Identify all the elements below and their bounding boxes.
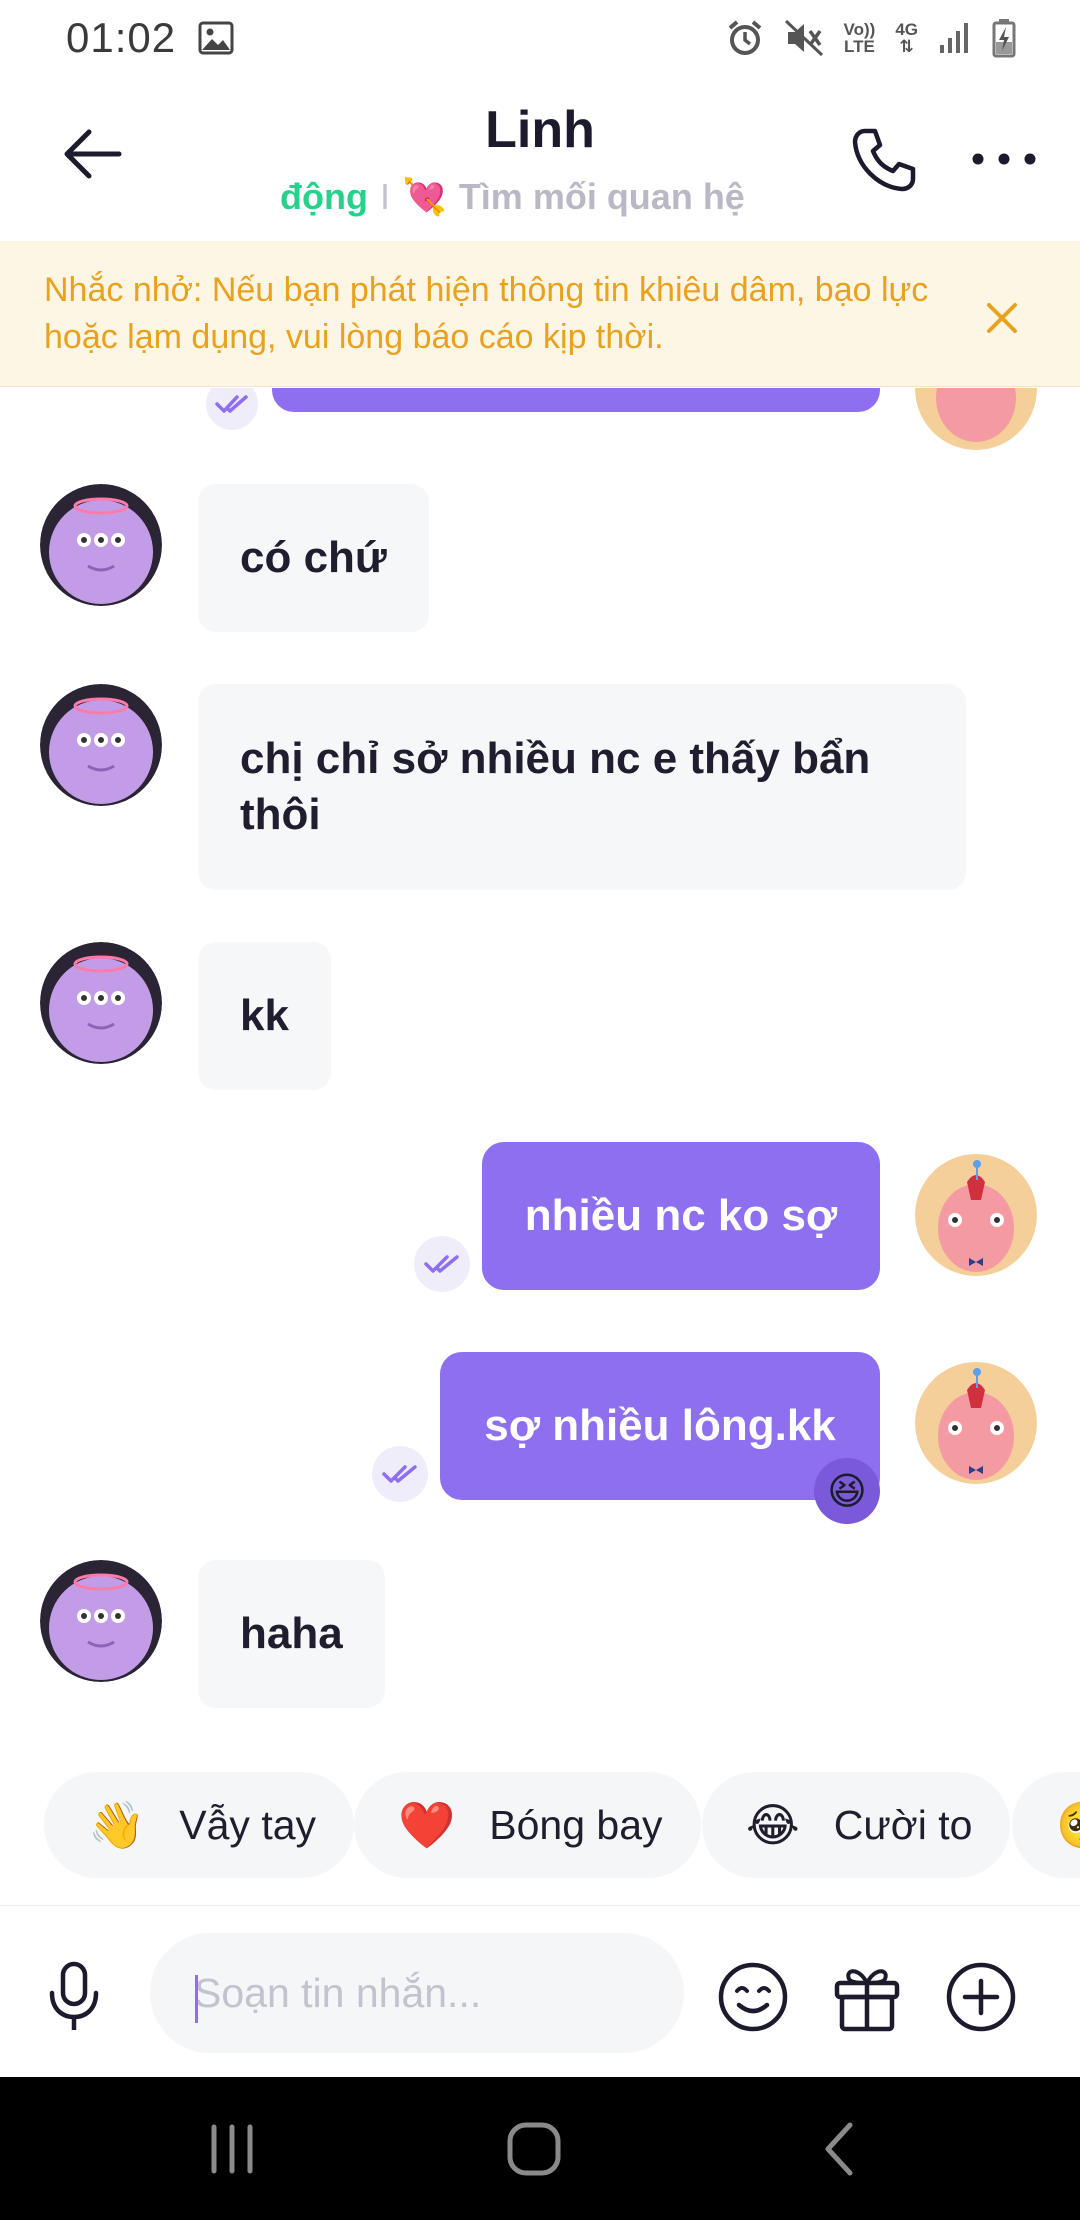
gift-button[interactable] — [829, 1959, 905, 2035]
mute-icon — [784, 19, 824, 57]
contact-subtitle: động I 💘 Tìm mối quan hệ — [280, 172, 780, 222]
image-icon — [198, 21, 234, 55]
relationship-goal: Tìm mối quan hệ — [458, 176, 745, 217]
quick-reaction-wave[interactable]: 👋 Vẫy tay — [44, 1772, 355, 1878]
recent-apps-button[interactable] — [182, 2113, 282, 2185]
voice-call-button[interactable] — [844, 120, 924, 200]
red-heart-icon: ❤️ — [398, 1798, 456, 1851]
read-receipt-icon — [372, 1446, 428, 1502]
reminder-close-button[interactable] — [970, 286, 1034, 350]
message-bubble-incoming[interactable]: chị chỉ sở nhiều nc e thấy bẩn thôi — [198, 684, 966, 890]
chevron-left-icon — [825, 2122, 853, 2176]
more-attachments-button[interactable] — [943, 1959, 1019, 2035]
quick-reaction-balloon[interactable]: ❤️ Bóng bay — [354, 1772, 701, 1878]
reminder-banner: Nhắc nhở: Nếu bạn phát hiện thông tin kh… — [0, 241, 1080, 387]
phone-icon — [852, 128, 916, 192]
home-icon — [507, 2122, 561, 2176]
read-receipt-icon — [206, 388, 258, 430]
more-horizontal-icon — [972, 153, 1036, 165]
chat-header: Linh động I 💘 Tìm mối quan hệ — [0, 76, 1080, 241]
message-bubble-incoming[interactable]: kk — [198, 942, 331, 1090]
quick-reaction-bar[interactable]: 👋 Vẫy tay ❤️ Bóng bay 😂 Cười to 🥺 — [0, 1760, 1080, 1906]
message-bubble-incoming[interactable]: có chứ — [198, 484, 429, 632]
message-text: haha — [240, 1609, 343, 1658]
message-list[interactable]: có chứ chị chỉ sở nhiều nc e thấy bẩn th… — [0, 388, 1080, 1760]
gift-icon — [834, 1969, 900, 2032]
quick-reaction-label: Cười to — [833, 1801, 973, 1848]
text-caret — [195, 1975, 198, 2023]
voice-message-button[interactable] — [40, 1957, 108, 2037]
contact-avatar[interactable] — [40, 484, 162, 606]
my-avatar[interactable] — [915, 1362, 1037, 1484]
message-text: kk — [240, 991, 289, 1040]
signal-icon — [938, 21, 972, 55]
back-nav-button[interactable] — [788, 2113, 888, 2185]
quick-reaction-laugh[interactable]: 😂 Cười to — [702, 1772, 1011, 1878]
message-reaction[interactable]: 😆 — [814, 1458, 880, 1524]
status-bar: 01:02 Vo)) LTE 4G ⇅ — [0, 0, 1080, 76]
microphone-icon — [49, 1961, 99, 2030]
reminder-text: Nhắc nhở: Nếu bạn phát hiện thông tin kh… — [44, 271, 929, 356]
system-navigation-bar — [0, 2077, 1080, 2220]
tears-of-joy-icon: 😂 — [746, 1799, 800, 1851]
contact-avatar[interactable] — [40, 684, 162, 806]
message-text: có chứ — [240, 533, 387, 582]
4g-icon: 4G ⇅ — [895, 20, 918, 56]
activity-status: động — [280, 176, 368, 217]
message-bubble-outgoing-partial[interactable] — [272, 388, 880, 412]
laughing-emoji-icon: 😆 — [827, 1470, 867, 1513]
more-options-button[interactable] — [966, 134, 1042, 184]
plus-circle-icon — [946, 1962, 1016, 2032]
emoji-picker-button[interactable] — [715, 1959, 791, 2035]
heart-arrow-icon: 💘 — [401, 176, 447, 217]
my-avatar-partial — [915, 388, 1037, 450]
quick-reaction-label: Bóng bay — [489, 1801, 663, 1848]
home-button[interactable] — [484, 2113, 584, 2185]
close-icon — [987, 303, 1017, 333]
quick-reaction-more[interactable]: 🥺 — [1012, 1772, 1080, 1878]
message-text: sợ nhiều lông.kk — [484, 1401, 836, 1450]
pleading-face-icon: 🥺 — [1056, 1798, 1080, 1853]
message-bubble-outgoing[interactable]: sợ nhiều lông.kk — [440, 1352, 880, 1500]
read-receipt-icon — [414, 1236, 470, 1292]
composer-bar — [0, 1907, 1080, 2077]
separator: I — [379, 176, 390, 217]
recent-apps-icon — [211, 2124, 253, 2174]
my-avatar[interactable] — [915, 1154, 1037, 1276]
alarm-icon — [726, 19, 764, 57]
volte-icon: Vo)) LTE — [843, 20, 876, 56]
contact-avatar[interactable] — [40, 942, 162, 1064]
waving-hand-icon: 👋 — [88, 1798, 146, 1851]
message-input[interactable] — [150, 1933, 684, 2053]
battery-charging-icon — [992, 18, 1016, 58]
status-time: 01:02 — [66, 14, 177, 61]
quick-reaction-label: Vẫy tay — [179, 1801, 317, 1848]
smiley-icon — [718, 1962, 788, 2032]
message-text: chị chỉ sở nhiều nc e thấy bẩn thôi — [240, 734, 871, 839]
message-bubble-incoming[interactable]: haha — [198, 1560, 385, 1708]
message-text: nhiều nc ko sợ — [524, 1191, 838, 1240]
contact-avatar[interactable] — [40, 1560, 162, 1682]
message-bubble-outgoing[interactable]: nhiều nc ko sợ — [482, 1142, 880, 1290]
